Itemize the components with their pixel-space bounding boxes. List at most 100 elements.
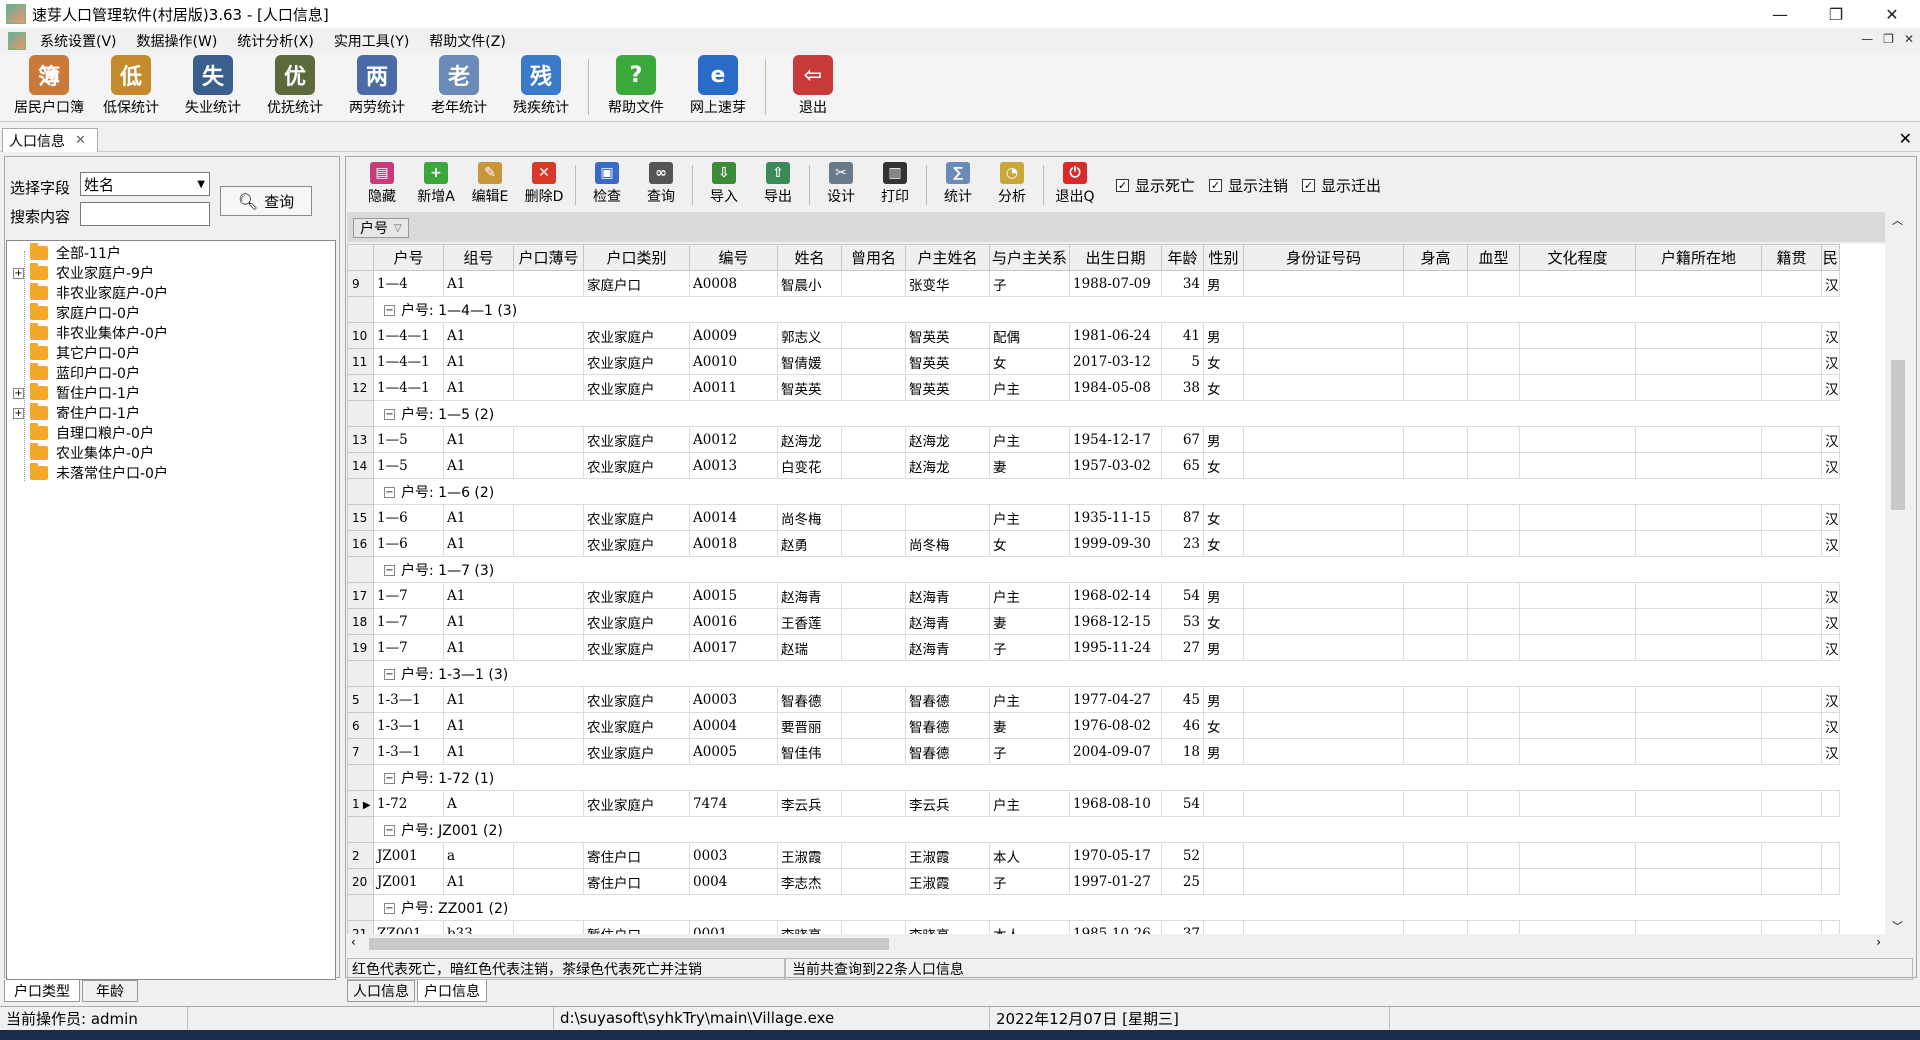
table-cell[interactable]: 1-3—1 bbox=[373, 712, 444, 739]
collapse-icon[interactable]: − bbox=[384, 825, 395, 836]
group-header-cell[interactable]: − 户号: 1-3—1 (3) bbox=[373, 660, 1839, 687]
table-cell[interactable]: 1970-05-17 bbox=[1069, 842, 1162, 869]
table-cell[interactable]: A1 bbox=[443, 452, 514, 479]
toolbar-button-2[interactable]: 失失业统计 bbox=[172, 55, 254, 121]
table-cell[interactable] bbox=[513, 530, 584, 557]
table-cell[interactable]: 赵海青 bbox=[905, 608, 990, 635]
table-cell[interactable] bbox=[841, 452, 906, 479]
scroll-left-icon[interactable]: ‹ bbox=[351, 935, 356, 949]
table-cell[interactable] bbox=[513, 270, 584, 297]
table-cell[interactable]: 1-3—1 bbox=[373, 686, 444, 713]
table-row[interactable]: 18 1—7 A1 农业家庭户 A0016 王香莲 赵海青妻 1968-12-15 53 女 汉 bbox=[347, 608, 1840, 635]
table-cell[interactable] bbox=[513, 738, 584, 765]
table-cell[interactable] bbox=[1403, 322, 1468, 349]
table-cell[interactable]: 农业家庭户 bbox=[583, 348, 690, 375]
table-cell[interactable]: 男 bbox=[1203, 738, 1244, 765]
table-cell[interactable]: 1—7 bbox=[373, 608, 444, 635]
table-cell[interactable] bbox=[1467, 374, 1520, 401]
tree-node[interactable]: 蓝印户口-0户 bbox=[13, 363, 140, 383]
table-cell[interactable] bbox=[1403, 504, 1468, 531]
table-cell[interactable]: ZZ001 bbox=[373, 920, 444, 934]
table-cell[interactable]: 赵海青 bbox=[905, 634, 990, 661]
table-cell[interactable] bbox=[1635, 322, 1762, 349]
tree-node[interactable]: + 寄住户口-1户 bbox=[13, 403, 140, 423]
row-number[interactable]: 13 bbox=[347, 426, 374, 453]
table-cell[interactable] bbox=[1467, 842, 1520, 869]
table-cell[interactable] bbox=[1403, 452, 1468, 479]
grid-toolbar-button-9[interactable]: ▥ 打印 bbox=[868, 162, 922, 208]
table-cell[interactable] bbox=[1635, 348, 1762, 375]
table-cell[interactable]: A1 bbox=[443, 686, 514, 713]
table-row[interactable]: 13 1—5 A1 农业家庭户 A0012 赵海龙 赵海龙 户主 1954-12-17 67 男汉 bbox=[347, 426, 1840, 453]
table-cell[interactable]: A1 bbox=[443, 582, 514, 609]
table-cell[interactable]: 1—7 bbox=[373, 634, 444, 661]
table-cell[interactable]: 子 bbox=[989, 738, 1070, 765]
table-cell[interactable]: 王淑霞 bbox=[905, 868, 990, 895]
table-cell[interactable] bbox=[1761, 426, 1822, 453]
column-header[interactable]: 户号 bbox=[373, 244, 444, 271]
table-cell[interactable]: A0009 bbox=[689, 322, 778, 349]
table-cell[interactable]: 女 bbox=[1203, 374, 1244, 401]
table-cell[interactable]: A0012 bbox=[689, 426, 778, 453]
table-row[interactable]: 9 1—4 A1 家庭户口 A0008 智晨小 张变华子 1988-07-09 34 男 汉 bbox=[347, 270, 1840, 297]
table-cell[interactable] bbox=[1519, 582, 1636, 609]
table-cell[interactable] bbox=[1243, 270, 1404, 297]
table-cell[interactable]: 智英英 bbox=[905, 374, 990, 401]
group-row[interactable]: − 户号: JZ001 (2) bbox=[347, 816, 1839, 843]
table-cell[interactable] bbox=[1403, 634, 1468, 661]
table-cell[interactable]: 本人 bbox=[989, 842, 1070, 869]
table-cell[interactable]: 1-72 bbox=[373, 790, 444, 817]
table-cell[interactable] bbox=[513, 686, 584, 713]
table-cell[interactable] bbox=[841, 530, 906, 557]
table-cell[interactable] bbox=[1467, 634, 1520, 661]
table-row[interactable]: 17 1—7 A1 农业家庭户 A0015 赵海青 赵海青 户主 1968-02-14 54 男汉 bbox=[347, 582, 1840, 609]
table-row[interactable]: 5 1-3—1 A1 农业家庭户 A0003 智春德 智春德 户主 1977-04-27 45 男汉 bbox=[347, 686, 1840, 713]
column-header[interactable]: 组号 bbox=[443, 244, 514, 271]
toolbar-button-6[interactable]: 残残疾统计 bbox=[500, 55, 582, 121]
table-cell[interactable] bbox=[1519, 608, 1636, 635]
table-cell[interactable]: 智春德 bbox=[905, 738, 990, 765]
row-number[interactable]: 2 bbox=[347, 842, 374, 869]
table-cell[interactable]: 尚冬梅 bbox=[777, 504, 842, 531]
table-cell[interactable] bbox=[841, 374, 906, 401]
table-cell[interactable] bbox=[1519, 868, 1636, 895]
table-cell[interactable]: 1—5 bbox=[373, 452, 444, 479]
row-number[interactable]: 1 ▶ bbox=[347, 790, 374, 817]
table-cell[interactable] bbox=[1403, 868, 1468, 895]
table-cell[interactable] bbox=[1243, 374, 1404, 401]
table-cell[interactable] bbox=[1519, 270, 1636, 297]
scroll-right-icon[interactable]: › bbox=[1876, 935, 1881, 949]
table-cell[interactable]: A1 bbox=[443, 374, 514, 401]
table-cell[interactable]: 王淑霞 bbox=[777, 842, 842, 869]
table-cell[interactable] bbox=[1403, 608, 1468, 635]
table-cell[interactable]: 1935-11-15 bbox=[1069, 504, 1162, 531]
grid-toolbar-button-8[interactable]: ✂ 设计 bbox=[814, 162, 868, 208]
table-cell[interactable] bbox=[1761, 920, 1822, 934]
table-cell[interactable]: 王淑霞 bbox=[905, 842, 990, 869]
table-cell[interactable]: 农业家庭户 bbox=[583, 322, 690, 349]
table-cell[interactable]: A0018 bbox=[689, 530, 778, 557]
scroll-down-icon[interactable]: ﹀ bbox=[1892, 918, 1903, 934]
table-cell[interactable] bbox=[1403, 426, 1468, 453]
table-cell[interactable] bbox=[513, 920, 584, 934]
table-cell[interactable] bbox=[1761, 530, 1822, 557]
table-cell[interactable] bbox=[1467, 712, 1520, 739]
collapse-icon[interactable]: − bbox=[384, 409, 395, 420]
table-cell[interactable] bbox=[841, 712, 906, 739]
table-cell[interactable]: 5 bbox=[1161, 348, 1204, 375]
table-cell[interactable]: 1999-09-30 bbox=[1069, 530, 1162, 557]
table-cell[interactable] bbox=[1467, 738, 1520, 765]
table-cell[interactable] bbox=[1203, 920, 1244, 934]
table-cell[interactable] bbox=[1519, 322, 1636, 349]
table-cell[interactable]: 智春德 bbox=[777, 686, 842, 713]
table-cell[interactable]: 男 bbox=[1203, 322, 1244, 349]
table-cell[interactable]: 汉 bbox=[1821, 322, 1840, 349]
table-cell[interactable]: 智英英 bbox=[777, 374, 842, 401]
table-cell[interactable]: 赵勇 bbox=[777, 530, 842, 557]
table-cell[interactable]: 1—4—1 bbox=[373, 348, 444, 375]
table-cell[interactable]: A1 bbox=[443, 712, 514, 739]
table-row[interactable]: 12 1—4—1 A1 农业家庭户 A0011 智英英 智英英 户主 1984-05-08 38 女… bbox=[347, 374, 1840, 401]
table-cell[interactable] bbox=[1467, 920, 1520, 934]
table-cell[interactable]: 户主 bbox=[989, 790, 1070, 817]
table-cell[interactable]: A1 bbox=[443, 322, 514, 349]
